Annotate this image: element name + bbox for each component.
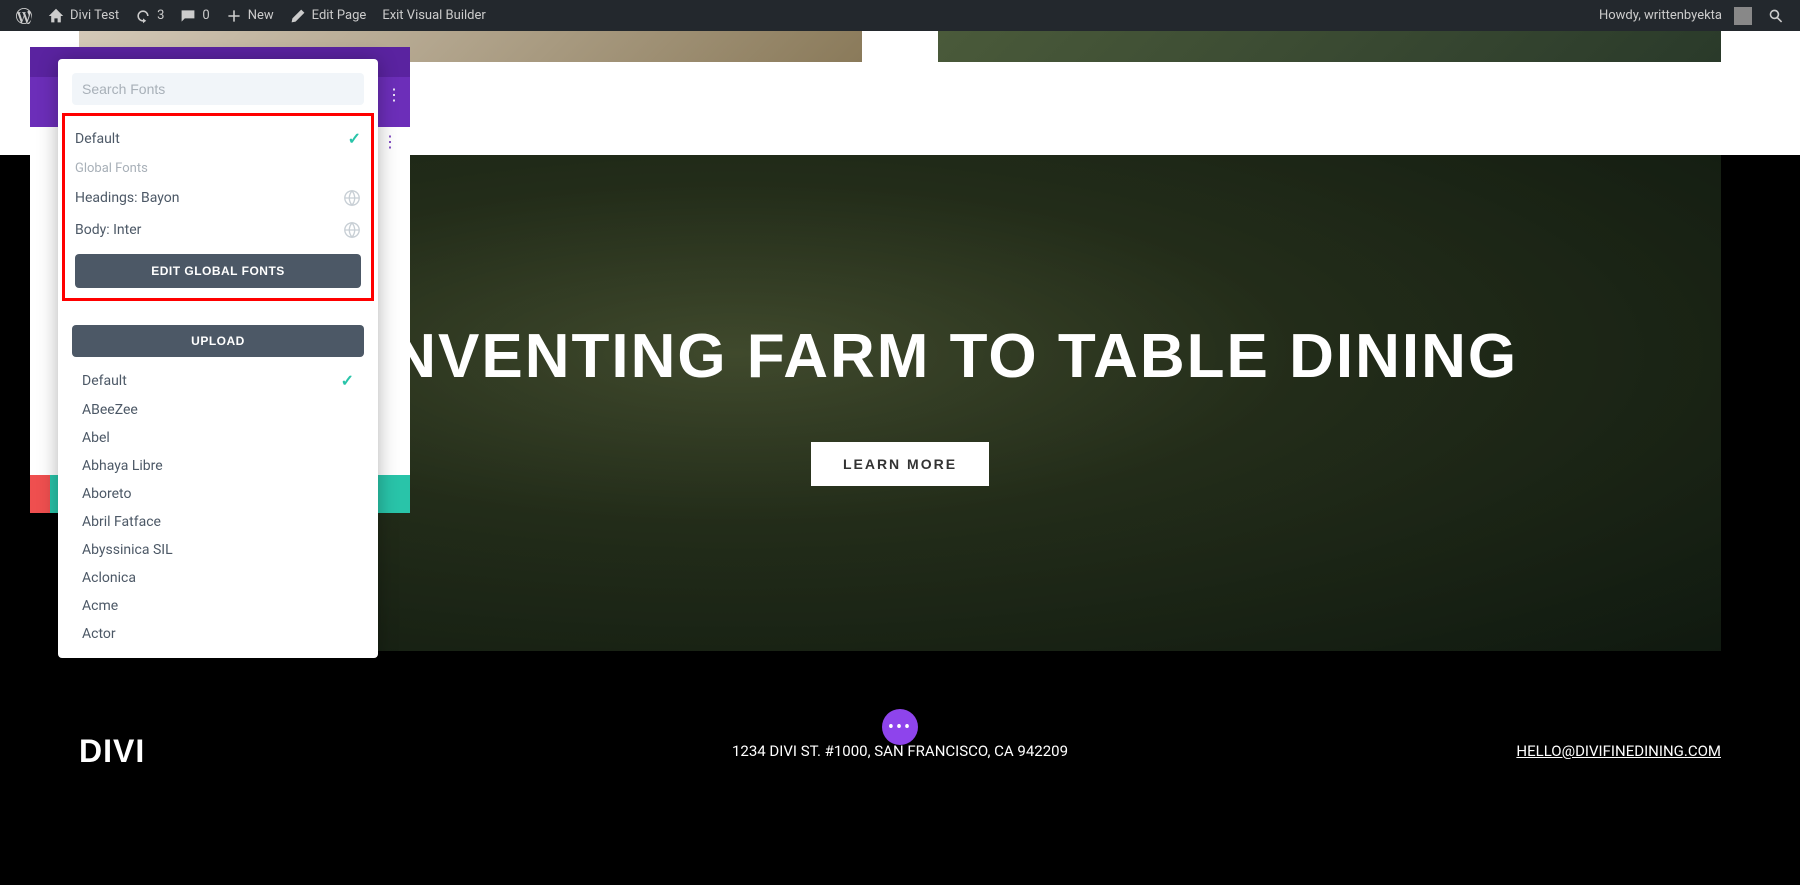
refresh-icon: [135, 8, 151, 24]
footer-logo: DIVI: [79, 733, 145, 770]
font-label: Default: [75, 131, 120, 147]
pencil-icon: [290, 8, 306, 24]
search-icon: [1768, 8, 1784, 24]
font-option[interactable]: Abel: [72, 424, 364, 452]
edit-page-label: Edit Page: [312, 8, 367, 23]
font-option[interactable]: Abril Fatface: [72, 508, 364, 536]
footer: DIVI 1234 DIVI ST. #1000, SAN FRANCISCO,…: [0, 651, 1800, 851]
global-fonts-highlight: Default ✓ Global Fonts Headings: Bayon B…: [62, 113, 374, 301]
font-option[interactable]: Aclonica: [72, 564, 364, 592]
font-list: Default ✓ ABeeZee Abel Abhaya Libre Abor…: [58, 363, 378, 650]
global-fonts-label: Global Fonts: [75, 155, 361, 182]
top-image-right: [938, 31, 1721, 62]
font-option[interactable]: Abhaya Libre: [72, 452, 364, 480]
edit-page-menu[interactable]: Edit Page: [282, 0, 375, 31]
font-label: Body: Inter: [75, 222, 141, 238]
cancel-button[interactable]: [30, 475, 50, 513]
globe-icon: [343, 189, 361, 207]
footer-email[interactable]: HELLO@DIVIFINEDINING.COM: [1516, 742, 1721, 760]
font-option[interactable]: ABeeZee: [72, 396, 364, 424]
account-menu[interactable]: Howdy, writtenbyekta: [1591, 0, 1760, 31]
divi-fab-button[interactable]: •••: [882, 709, 918, 745]
admin-bar-right: Howdy, writtenbyekta: [1591, 0, 1792, 31]
dots-icon: •••: [888, 717, 912, 738]
panel-kebab-icon[interactable]: ⋮: [386, 85, 402, 104]
learn-more-button[interactable]: LEARN MORE: [811, 442, 989, 486]
plus-icon: [226, 8, 242, 24]
avatar: [1734, 7, 1752, 25]
admin-bar-left: Divi Test 3 0 New Edit Page: [8, 0, 494, 31]
font-option[interactable]: Actor: [72, 620, 364, 648]
font-label: Abel: [82, 430, 110, 446]
font-label: Actor: [82, 626, 116, 642]
font-option[interactable]: Acme: [72, 592, 364, 620]
section-kebab-icon[interactable]: ⋮: [382, 132, 398, 151]
wp-logo-menu[interactable]: [8, 0, 40, 31]
font-label: Acme: [82, 598, 118, 614]
search-toggle[interactable]: [1760, 0, 1792, 31]
site-name: Divi Test: [70, 8, 119, 23]
updates-count: 3: [157, 8, 164, 23]
font-option-headings[interactable]: Headings: Bayon: [75, 182, 361, 214]
font-option[interactable]: Abyssinica SIL: [72, 536, 364, 564]
font-dropdown: Default ✓ Global Fonts Headings: Bayon B…: [58, 59, 378, 658]
font-label: Abhaya Libre: [82, 458, 163, 474]
greeting-text: Howdy, writtenbyekta: [1599, 8, 1722, 23]
exit-builder-menu[interactable]: Exit Visual Builder: [374, 0, 493, 31]
check-icon: ✓: [341, 371, 354, 390]
font-option[interactable]: Aboreto: [72, 480, 364, 508]
edit-global-fonts-button[interactable]: EDIT GLOBAL FONTS: [75, 254, 361, 288]
font-option-default-global[interactable]: Default ✓: [75, 122, 361, 155]
updates-menu[interactable]: 3: [127, 0, 172, 31]
new-menu[interactable]: New: [218, 0, 282, 31]
font-label: Aboreto: [82, 486, 131, 502]
font-label: Headings: Bayon: [75, 190, 179, 206]
font-option[interactable]: Default ✓: [72, 365, 364, 396]
new-label: New: [248, 8, 274, 23]
check-icon: ✓: [348, 129, 361, 148]
comment-icon: [180, 8, 196, 24]
font-label: ABeeZee: [82, 402, 138, 418]
globe-icon: [343, 221, 361, 239]
comments-menu[interactable]: 0: [172, 0, 217, 31]
font-label: Abyssinica SIL: [82, 542, 173, 558]
font-label: Default: [82, 373, 127, 389]
site-menu[interactable]: Divi Test: [40, 0, 127, 31]
page-content: REINVENTING FARM TO TABLE DINING LEARN M…: [0, 31, 1800, 885]
font-option-body[interactable]: Body: Inter: [75, 214, 361, 246]
font-search-input[interactable]: [72, 73, 364, 105]
upload-font-button[interactable]: UPLOAD: [72, 325, 364, 357]
wordpress-icon: [16, 8, 32, 24]
home-icon: [48, 8, 64, 24]
exit-builder-label: Exit Visual Builder: [382, 8, 485, 23]
hero-title: REINVENTING FARM TO TABLE DINING: [282, 321, 1518, 392]
comments-count: 0: [202, 8, 209, 23]
font-label: Aclonica: [82, 570, 136, 586]
wp-admin-bar: Divi Test 3 0 New Edit Page: [0, 0, 1800, 31]
font-label: Abril Fatface: [82, 514, 161, 530]
